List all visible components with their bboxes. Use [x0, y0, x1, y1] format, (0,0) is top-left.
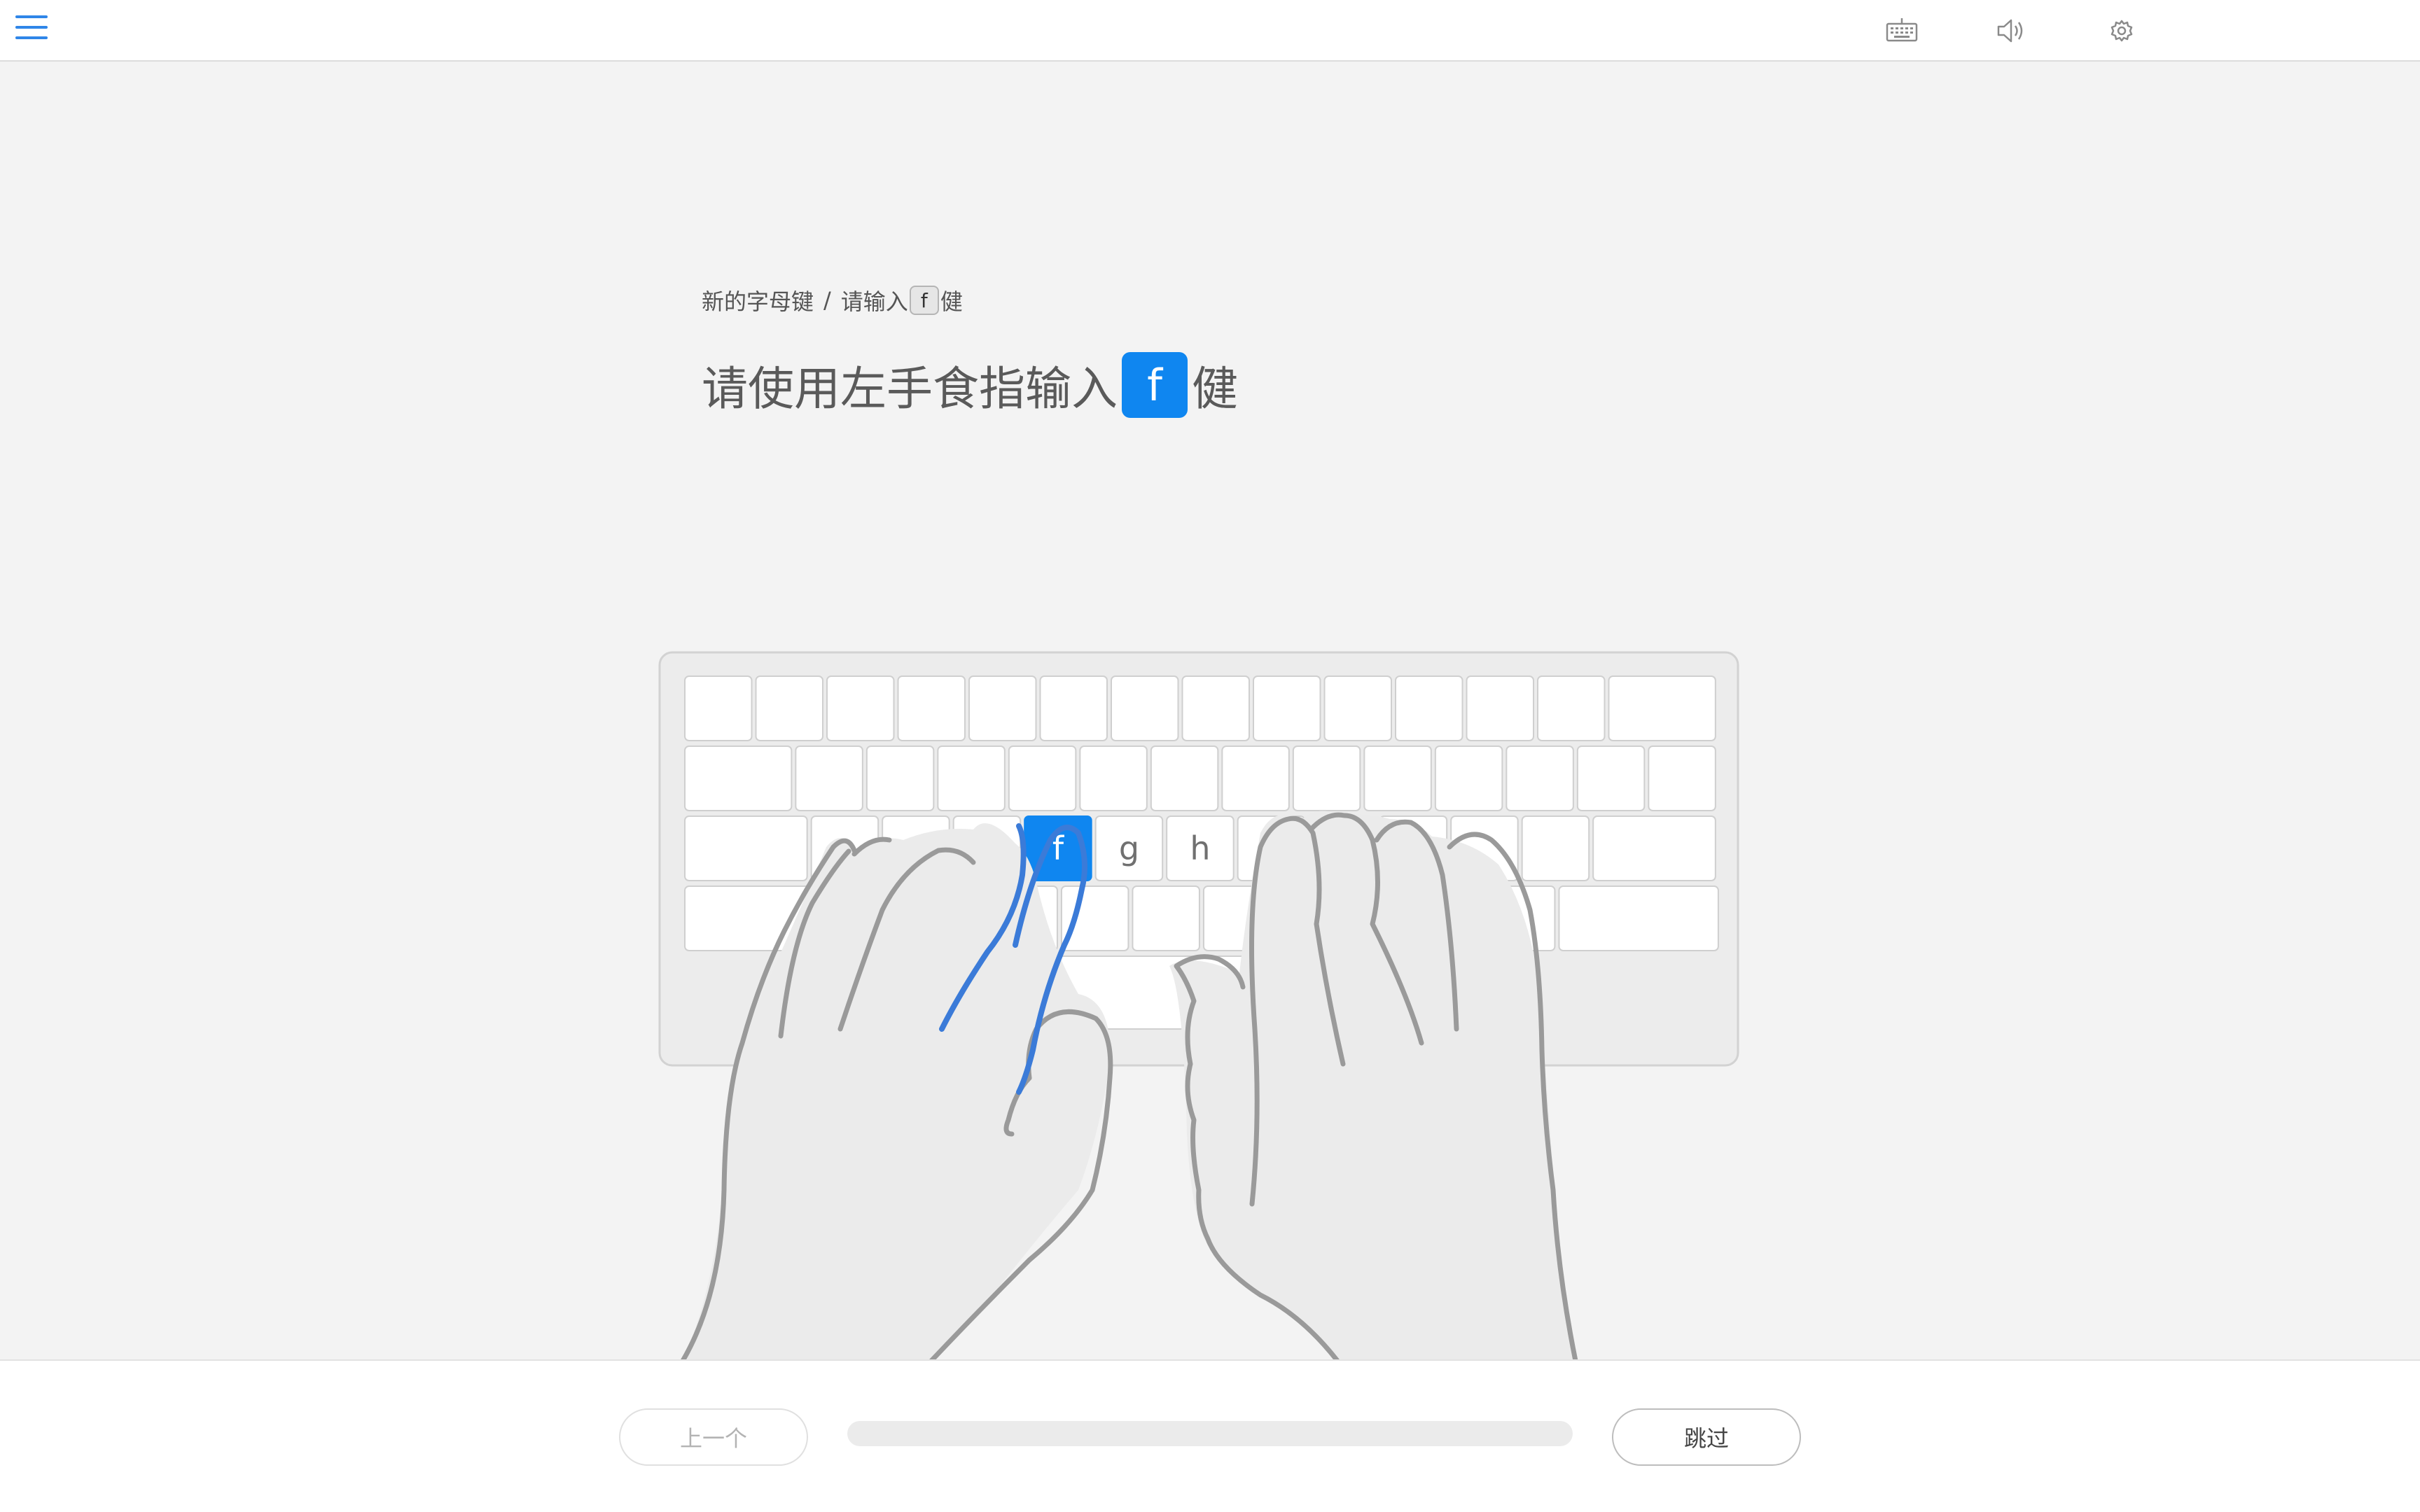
- key-g: g: [1094, 816, 1164, 881]
- key: [1039, 676, 1108, 741]
- key: [1395, 676, 1463, 741]
- key: [1648, 746, 1716, 811]
- key: [937, 746, 1006, 811]
- keyboard-illustration: asdfghjkl: [0, 0, 2420, 1361]
- key: [1466, 676, 1534, 741]
- key: [684, 676, 753, 741]
- key: [1132, 886, 1200, 951]
- key: [1323, 676, 1392, 741]
- key: [755, 676, 823, 741]
- key: [1292, 746, 1361, 811]
- key: [795, 746, 863, 811]
- key: [1008, 746, 1077, 811]
- key: [1434, 746, 1503, 811]
- key-label-h: h: [1190, 830, 1210, 867]
- skip-button[interactable]: 跳过: [1612, 1408, 1801, 1466]
- progress-bar: [847, 1421, 1573, 1446]
- key-label-g: g: [1119, 830, 1139, 867]
- key: [1060, 886, 1129, 951]
- key: [1181, 676, 1250, 741]
- key: [1505, 746, 1574, 811]
- key: [1576, 746, 1646, 811]
- key: [968, 676, 1037, 741]
- key: [1150, 746, 1219, 811]
- key: [826, 676, 895, 741]
- key: [1608, 676, 1716, 741]
- key: [1537, 676, 1606, 741]
- bottom-bar: 上一个 跳过: [0, 1359, 2420, 1512]
- keyboard-svg: asdfghjkl: [658, 651, 1739, 1361]
- previous-button[interactable]: 上一个: [619, 1408, 808, 1466]
- key: [684, 816, 808, 881]
- key: [865, 746, 935, 811]
- key: [1221, 746, 1290, 811]
- key: [684, 746, 793, 811]
- key: [1079, 746, 1148, 811]
- key-h: h: [1166, 816, 1235, 881]
- key: [1558, 886, 1719, 951]
- key: [1363, 746, 1432, 811]
- key: [897, 676, 966, 741]
- key: [1521, 816, 1590, 881]
- key: [1111, 676, 1179, 741]
- key: [1253, 676, 1321, 741]
- key: [1592, 816, 1716, 881]
